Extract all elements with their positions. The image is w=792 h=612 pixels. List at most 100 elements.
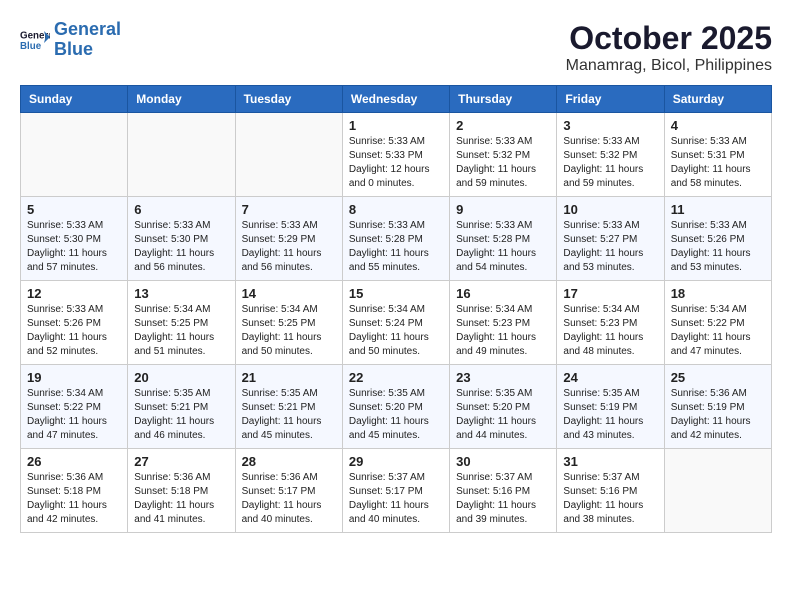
day-number: 17 <box>563 286 657 301</box>
day-info: Sunrise: 5:36 AMSunset: 5:17 PMDaylight:… <box>242 471 336 527</box>
calendar-cell: 14 Sunrise: 5:34 AMSunset: 5:25 PMDayligh… <box>235 281 342 365</box>
day-number: 26 <box>27 454 121 469</box>
logo-icon: General Blue <box>20 28 50 52</box>
day-number: 1 <box>349 118 443 133</box>
day-info: Sunrise: 5:33 AMSunset: 5:33 PMDaylight:… <box>349 135 443 191</box>
logo-text: GeneralBlue <box>54 20 121 60</box>
calendar-cell: 24 Sunrise: 5:35 AMSunset: 5:19 PMDayligh… <box>557 365 664 449</box>
day-info: Sunrise: 5:35 AMSunset: 5:21 PMDaylight:… <box>242 387 336 443</box>
calendar-cell: 4Sunrise: 5:33 AMSunset: 5:31 PMDaylight… <box>664 113 771 197</box>
day-info: Sunrise: 5:33 AMSunset: 5:32 PMDaylight:… <box>563 135 657 191</box>
day-info: Sunrise: 5:36 AMSunset: 5:19 PMDaylight:… <box>671 387 765 443</box>
day-info: Sunrise: 5:33 AMSunset: 5:31 PMDaylight:… <box>671 135 765 191</box>
weekday-header-sunday: Sunday <box>21 86 128 113</box>
calendar-cell: 10 Sunrise: 5:33 AMSunset: 5:27 PMDayligh… <box>557 197 664 281</box>
day-info: Sunrise: 5:33 AMSunset: 5:28 PMDaylight:… <box>349 219 443 275</box>
svg-text:Blue: Blue <box>20 41 42 52</box>
day-info: Sunrise: 5:33 AMSunset: 5:27 PMDaylight:… <box>563 219 657 275</box>
day-info: Sunrise: 5:34 AMSunset: 5:25 PMDaylight:… <box>242 303 336 359</box>
location-title: Manamrag, Bicol, Philippines <box>566 57 772 75</box>
day-number: 9 <box>456 202 550 217</box>
month-title: October 2025 <box>566 20 772 57</box>
day-info: Sunrise: 5:34 AMSunset: 5:25 PMDaylight:… <box>134 303 228 359</box>
day-number: 15 <box>349 286 443 301</box>
calendar-cell: 1 Sunrise: 5:33 AMSunset: 5:33 PMDaylight… <box>342 113 449 197</box>
day-number: 16 <box>456 286 550 301</box>
calendar-cell: 21 Sunrise: 5:35 AMSunset: 5:21 PMDayligh… <box>235 365 342 449</box>
calendar-cell: 29 Sunrise: 5:37 AMSunset: 5:17 PMDayligh… <box>342 449 449 533</box>
calendar-cell <box>21 113 128 197</box>
calendar-cell: 11 Sunrise: 5:33 AMSunset: 5:26 PMDayligh… <box>664 197 771 281</box>
day-info: Sunrise: 5:35 AMSunset: 5:19 PMDaylight:… <box>563 387 657 443</box>
calendar-cell: 26 Sunrise: 5:36 AMSunset: 5:18 PMDayligh… <box>21 449 128 533</box>
calendar-cell: 17 Sunrise: 5:34 AMSunset: 5:23 PMDayligh… <box>557 281 664 365</box>
calendar-cell: 5 Sunrise: 5:33 AMSunset: 5:30 PMDaylight… <box>21 197 128 281</box>
day-info: Sunrise: 5:34 AMSunset: 5:23 PMDaylight:… <box>563 303 657 359</box>
day-number: 8 <box>349 202 443 217</box>
title-block: October 2025 Manamrag, Bicol, Philippine… <box>566 20 772 75</box>
calendar-cell: 19Sunrise: 5:34 AMSunset: 5:22 PMDayligh… <box>21 365 128 449</box>
day-info: Sunrise: 5:33 AMSunset: 5:26 PMDaylight:… <box>27 303 121 359</box>
calendar-cell: 25Sunrise: 5:36 AMSunset: 5:19 PMDayligh… <box>664 365 771 449</box>
weekday-header-row: SundayMondayTuesdayWednesdayThursdayFrid… <box>21 86 772 113</box>
day-number: 30 <box>456 454 550 469</box>
calendar-cell: 15 Sunrise: 5:34 AMSunset: 5:24 PMDayligh… <box>342 281 449 365</box>
day-number: 7 <box>242 202 336 217</box>
day-number: 6 <box>134 202 228 217</box>
day-number: 13 <box>134 286 228 301</box>
calendar-cell <box>128 113 235 197</box>
calendar-cell: 22Sunrise: 5:35 AMSunset: 5:20 PMDayligh… <box>342 365 449 449</box>
weekday-header-friday: Friday <box>557 86 664 113</box>
calendar-cell: 28 Sunrise: 5:36 AMSunset: 5:17 PMDayligh… <box>235 449 342 533</box>
weekday-header-wednesday: Wednesday <box>342 86 449 113</box>
day-info: Sunrise: 5:35 AMSunset: 5:20 PMDaylight:… <box>456 387 550 443</box>
day-info: Sunrise: 5:35 AMSunset: 5:20 PMDaylight:… <box>349 387 443 443</box>
day-info: Sunrise: 5:33 AMSunset: 5:30 PMDaylight:… <box>134 219 228 275</box>
weekday-header-thursday: Thursday <box>450 86 557 113</box>
day-number: 3 <box>563 118 657 133</box>
calendar-week-2: 5 Sunrise: 5:33 AMSunset: 5:30 PMDaylight… <box>21 197 772 281</box>
calendar-week-4: 19Sunrise: 5:34 AMSunset: 5:22 PMDayligh… <box>21 365 772 449</box>
day-info: Sunrise: 5:37 AMSunset: 5:16 PMDaylight:… <box>456 471 550 527</box>
calendar-cell: 18Sunrise: 5:34 AMSunset: 5:22 PMDayligh… <box>664 281 771 365</box>
day-info: Sunrise: 5:34 AMSunset: 5:22 PMDaylight:… <box>671 303 765 359</box>
calendar-cell: 3 Sunrise: 5:33 AMSunset: 5:32 PMDaylight… <box>557 113 664 197</box>
day-info: Sunrise: 5:34 AMSunset: 5:24 PMDaylight:… <box>349 303 443 359</box>
calendar-week-3: 12 Sunrise: 5:33 AMSunset: 5:26 PMDayligh… <box>21 281 772 365</box>
day-info: Sunrise: 5:33 AMSunset: 5:26 PMDaylight:… <box>671 219 765 275</box>
day-info: Sunrise: 5:35 AMSunset: 5:21 PMDaylight:… <box>134 387 228 443</box>
day-info: Sunrise: 5:33 AMSunset: 5:28 PMDaylight:… <box>456 219 550 275</box>
day-number: 2 <box>456 118 550 133</box>
day-info: Sunrise: 5:37 AMSunset: 5:17 PMDaylight:… <box>349 471 443 527</box>
calendar-week-1: 1 Sunrise: 5:33 AMSunset: 5:33 PMDaylight… <box>21 113 772 197</box>
day-number: 12 <box>27 286 121 301</box>
day-number: 29 <box>349 454 443 469</box>
calendar-cell: 23 Sunrise: 5:35 AMSunset: 5:20 PMDayligh… <box>450 365 557 449</box>
calendar-cell: 30 Sunrise: 5:37 AMSunset: 5:16 PMDayligh… <box>450 449 557 533</box>
calendar-cell: 16 Sunrise: 5:34 AMSunset: 5:23 PMDayligh… <box>450 281 557 365</box>
day-number: 21 <box>242 370 336 385</box>
day-number: 5 <box>27 202 121 217</box>
day-number: 31 <box>563 454 657 469</box>
day-number: 24 <box>563 370 657 385</box>
calendar-cell: 6 Sunrise: 5:33 AMSunset: 5:30 PMDaylight… <box>128 197 235 281</box>
calendar-cell: 9 Sunrise: 5:33 AMSunset: 5:28 PMDaylight… <box>450 197 557 281</box>
day-number: 23 <box>456 370 550 385</box>
weekday-header-saturday: Saturday <box>664 86 771 113</box>
day-number: 14 <box>242 286 336 301</box>
day-number: 10 <box>563 202 657 217</box>
day-number: 28 <box>242 454 336 469</box>
weekday-header-monday: Monday <box>128 86 235 113</box>
day-info: Sunrise: 5:36 AMSunset: 5:18 PMDaylight:… <box>27 471 121 527</box>
day-info: Sunrise: 5:34 AMSunset: 5:23 PMDaylight:… <box>456 303 550 359</box>
day-info: Sunrise: 5:33 AMSunset: 5:30 PMDaylight:… <box>27 219 121 275</box>
calendar-cell: 7Sunrise: 5:33 AMSunset: 5:29 PMDaylight… <box>235 197 342 281</box>
day-number: 11 <box>671 202 765 217</box>
calendar-cell: 31Sunrise: 5:37 AMSunset: 5:16 PMDayligh… <box>557 449 664 533</box>
page-header: General Blue GeneralBlue October 2025 Ma… <box>20 20 772 75</box>
calendar-table: SundayMondayTuesdayWednesdayThursdayFrid… <box>20 85 772 533</box>
calendar-week-5: 26 Sunrise: 5:36 AMSunset: 5:18 PMDayligh… <box>21 449 772 533</box>
logo: General Blue GeneralBlue <box>20 20 121 60</box>
calendar-cell: 8 Sunrise: 5:33 AMSunset: 5:28 PMDaylight… <box>342 197 449 281</box>
calendar-cell: 13 Sunrise: 5:34 AMSunset: 5:25 PMDayligh… <box>128 281 235 365</box>
